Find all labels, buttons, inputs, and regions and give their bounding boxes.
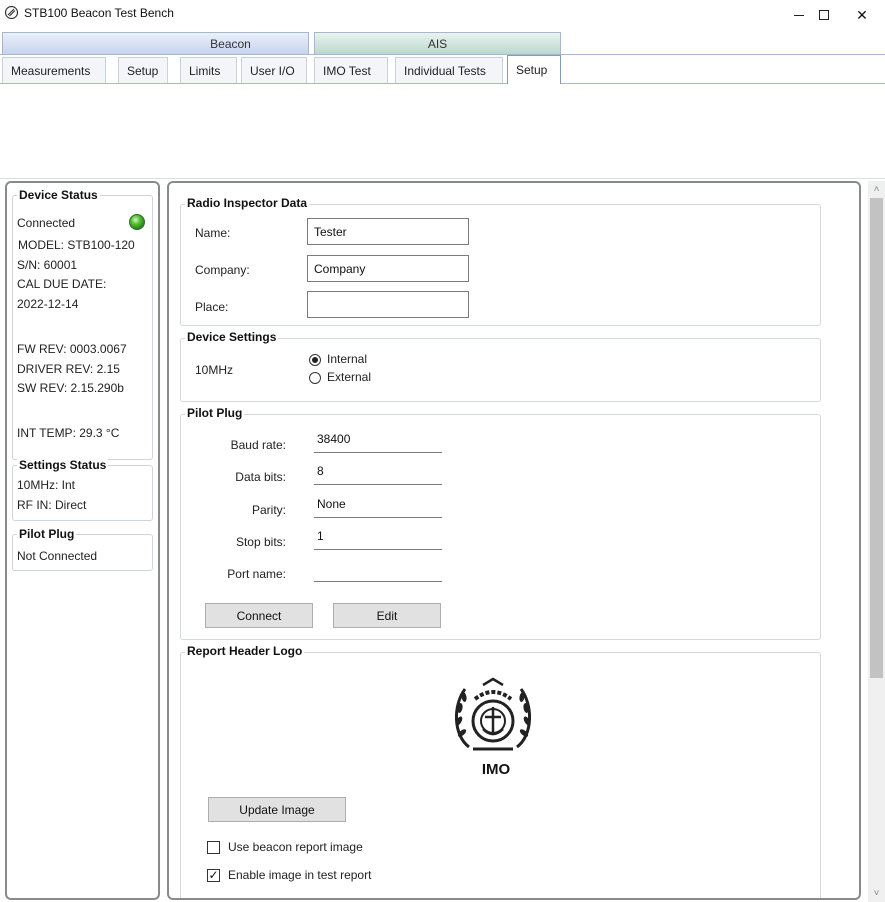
sw-rev: SW REV: 2.15.290b <box>17 381 124 395</box>
scroll-up-icon[interactable]: ˄ <box>868 181 885 198</box>
pilot-plug-group: Pilot Plug Baud rate: 38400 Data bits: 8… <box>180 406 821 640</box>
tab-individual-tests[interactable]: Individual Tests <box>395 57 503 83</box>
scroll-thumb[interactable] <box>870 198 883 678</box>
tab-user-io[interactable]: User I/O <box>241 57 307 83</box>
internal-radio-label: Internal <box>327 352 368 366</box>
imo-logo-text: IMO <box>481 761 511 778</box>
scroll-down-icon[interactable]: ˅ <box>868 885 885 902</box>
enable-image-checkbox[interactable]: ✓ <box>207 869 220 882</box>
connect-button[interactable]: Connect <box>205 603 313 628</box>
driver-rev: DRIVER REV: 2.15 <box>17 362 120 376</box>
name-label: Name: <box>195 226 231 240</box>
stop-bits-field[interactable]: 1 <box>314 529 442 550</box>
update-image-button[interactable]: Update Image <box>208 797 346 822</box>
place-input[interactable] <box>307 291 469 318</box>
setup-panel: Radio Inspector Data Name: Tester Compan… <box>167 181 861 900</box>
settings-status-group: Settings Status 10MHz: Int RF IN: Direct <box>12 458 153 521</box>
parity-label: Parity: <box>251 503 286 517</box>
tab-beacon-setup[interactable]: Setup <box>118 57 168 83</box>
device-status-title: Device Status <box>17 188 100 202</box>
settings-status-title: Settings Status <box>17 458 109 472</box>
report-header-logo-title: Report Header Logo <box>185 644 305 658</box>
connection-led-icon <box>129 214 145 230</box>
tab-group-ais: AIS <box>314 32 561 54</box>
app-logo-icon <box>5 6 18 19</box>
edit-button[interactable]: Edit <box>333 603 441 628</box>
stop-bits-label: Stop bits: <box>235 535 286 549</box>
tab-limits[interactable]: Limits <box>180 57 237 83</box>
cal-due-label: CAL DUE DATE: <box>17 277 107 291</box>
external-radio-label: External <box>327 370 372 384</box>
model-text: MODEL: STB100-120 <box>18 238 135 252</box>
port-name-field[interactable] <box>314 561 442 582</box>
internal-radio[interactable] <box>309 354 321 366</box>
maximize-icon <box>819 10 829 20</box>
use-beacon-image-label: Use beacon report image <box>228 840 363 854</box>
rf-in-status: RF IN: Direct <box>17 498 87 512</box>
baud-rate-field[interactable]: 38400 <box>314 432 442 453</box>
data-bits-field[interactable]: 8 <box>314 464 442 485</box>
window-title: STB100 Beacon Test Bench <box>24 6 174 20</box>
place-label: Place: <box>195 300 229 314</box>
fw-rev: FW REV: 0003.0067 <box>17 342 127 356</box>
device-settings-group: Device Settings 10MHz Internal External <box>180 330 821 402</box>
tab-ais-setup[interactable]: Setup <box>507 55 561 84</box>
title-bar: STB100 Beacon Test Bench ✕ <box>0 0 885 30</box>
radio-inspector-group: Radio Inspector Data Name: Tester Compan… <box>180 196 821 326</box>
clock-status: 10MHz: Int <box>17 478 76 492</box>
external-radio[interactable] <box>309 372 321 384</box>
device-settings-title: Device Settings <box>185 330 279 344</box>
pilot-plug-title: Pilot Plug <box>185 406 245 420</box>
company-label: Company: <box>195 263 250 277</box>
tab-imo-test[interactable]: IMO Test <box>314 57 388 83</box>
pilot-plug-status-title: Pilot Plug <box>17 527 77 541</box>
name-input[interactable]: Tester <box>307 218 469 245</box>
toolbar-area <box>0 84 885 179</box>
use-beacon-image-checkbox[interactable] <box>207 841 220 854</box>
pilot-plug-state: Not Connected <box>17 549 98 563</box>
clock-source-label: 10MHz <box>195 363 234 377</box>
close-icon: ✕ <box>856 6 868 23</box>
baud-rate-label: Baud rate: <box>230 438 286 452</box>
parity-field[interactable]: None <box>314 497 442 518</box>
enable-image-label: Enable image in test report <box>228 868 372 882</box>
port-name-label: Port name: <box>227 567 286 581</box>
internal-temperature: INT TEMP: 29.3 °C <box>17 426 120 440</box>
connection-state: Connected <box>17 216 76 230</box>
data-bits-label: Data bits: <box>235 470 286 484</box>
radio-inspector-title: Radio Inspector Data <box>185 196 310 210</box>
status-panel: Device Status Connected MODEL: STB100-12… <box>5 181 160 900</box>
close-button[interactable]: ✕ <box>839 0 885 30</box>
serial-number: S/N: 60001 <box>17 258 78 272</box>
pilot-plug-status-group: Pilot Plug Not Connected <box>12 527 153 571</box>
tab-measurements[interactable]: Measurements <box>2 57 106 83</box>
device-status-group: Device Status Connected MODEL: STB100-12… <box>12 188 153 460</box>
company-input[interactable]: Company <box>307 255 469 282</box>
cal-due-value: 2022-12-14 <box>17 297 79 311</box>
tab-group-beacon: Beacon <box>2 32 309 54</box>
